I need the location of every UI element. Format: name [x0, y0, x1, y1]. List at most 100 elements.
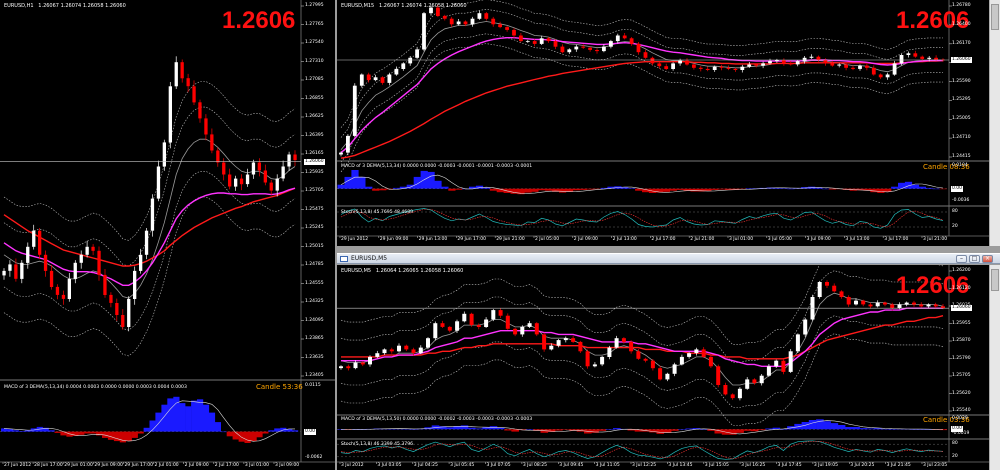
time-tick-label: 3 Jul 16:25 — [741, 463, 766, 468]
candle-body — [216, 150, 220, 163]
macd-histogram-bar — [202, 404, 210, 432]
macd-histogram-bar — [446, 427, 454, 430]
time-tick-label: 3 Jul 20:25 — [850, 463, 875, 468]
candle-body — [174, 62, 178, 87]
macd-histogram-bar — [113, 431, 121, 442]
candle-body — [912, 302, 916, 305]
macd-histogram-bar — [292, 430, 299, 432]
candle-body — [139, 254, 143, 271]
price-tick-label: 1.24095 — [305, 317, 324, 323]
candle-body — [737, 388, 742, 399]
candle-body — [484, 319, 489, 327]
macd-histogram-bar — [191, 400, 198, 432]
envelope-band-line — [3, 171, 296, 331]
candle-body — [664, 66, 669, 69]
candle-body — [614, 338, 619, 348]
chart-window-eurusd-m15[interactable]: EURUSD,M15 1.26067 1.26074 1.26058 1.260… — [337, 0, 1000, 246]
candle-body — [830, 63, 835, 66]
macd-histogram-bar — [78, 431, 85, 435]
candle-body — [578, 341, 583, 352]
close-button[interactable]: × — [982, 255, 993, 263]
price-tick-label: 1.26625 — [305, 114, 324, 119]
candle-body — [470, 18, 475, 25]
candle-body — [456, 21, 461, 25]
time-tick-label: 3 Jul 19:05 — [813, 463, 838, 468]
candle-body — [629, 341, 634, 352]
candle-body — [712, 66, 717, 70]
chart-window-eurusd-m5[interactable]: EURUSD,M5 1.26064 1.26065 1.26058 1.2606… — [337, 265, 1000, 470]
time-tick-label: 27 Jun 2012 — [4, 463, 32, 468]
big-price-display: 1.2606 — [222, 7, 296, 34]
candle-body — [198, 102, 202, 119]
macd-histogram-bar — [226, 431, 233, 437]
time-tick-label: 2 Jul 01:00 — [154, 463, 179, 468]
macd-histogram-bar — [671, 429, 679, 431]
candle-body — [698, 67, 703, 69]
macd-scale-bottom: -0.0062 — [305, 455, 323, 460]
price-tick-label: 1.27310 — [305, 58, 324, 64]
candle-body — [650, 57, 655, 64]
candle-body — [368, 356, 372, 365]
time-tick-label: 29 Jun 2012 — [341, 237, 369, 242]
candle-body — [574, 46, 579, 50]
price-tick-label: 1.25620 — [952, 390, 971, 396]
candle-body — [2, 270, 6, 276]
chart-symbol-title: EURUSD,M5 1.26064 1.26065 1.26058 1.2606… — [341, 268, 463, 274]
candle-body — [592, 364, 597, 367]
macd-histogram-bar — [572, 188, 580, 191]
candle-body — [162, 142, 166, 167]
macd-histogram-bar — [685, 428, 694, 430]
ma-red-line — [3, 187, 296, 267]
candle-body — [79, 254, 83, 263]
price-tick-label: 1.23865 — [305, 336, 324, 341]
candle-body — [858, 65, 862, 69]
candle-body — [55, 286, 60, 295]
scrollbar-thumb[interactable] — [991, 269, 999, 291]
candle-body — [740, 66, 745, 70]
macd-histogram-bar — [866, 428, 875, 430]
chart-window-eurusd-h1[interactable]: EURUSD,H1 1.26067 1.26074 1.26058 1.2606… — [0, 0, 335, 470]
candle-body — [433, 323, 438, 339]
candle-body — [920, 56, 925, 59]
time-tick-label: 3 Jul 05:00 — [767, 237, 792, 242]
price-tick-label: 1.24325 — [305, 299, 324, 304]
time-tick-label: 3 Jul 08:25 — [522, 463, 547, 468]
time-tick-label: 2 Jul 09:00 — [573, 237, 598, 242]
macd-histogram-bar — [711, 188, 719, 190]
macd-histogram-bar — [939, 188, 947, 190]
vertical-scrollbar[interactable] — [989, 265, 1000, 470]
price-tick-label: 1.27995 — [305, 3, 324, 8]
m5-window-titlebar[interactable]: EURUSD,M5 – □ × — [337, 253, 1000, 264]
candle-body — [422, 13, 426, 50]
maximize-button[interactable]: □ — [969, 255, 980, 263]
candle-body — [251, 162, 256, 175]
chart-canvas-m15[interactable] — [337, 0, 1000, 246]
candle-body — [585, 351, 590, 367]
candle-body — [387, 74, 392, 83]
macd-histogram-bar — [524, 188, 532, 193]
candle-body — [85, 246, 89, 255]
time-tick-label: 3 Jul 05:45 — [450, 463, 475, 468]
candle-body — [615, 35, 620, 42]
vertical-scrollbar[interactable] — [989, 0, 1000, 246]
macd-histogram-bar — [808, 420, 817, 430]
macd-histogram-bar — [467, 427, 476, 430]
macd-histogram-bar — [256, 431, 263, 438]
macd-histogram-bar — [837, 425, 846, 430]
candle-body — [672, 364, 677, 374]
candle-body — [636, 351, 641, 359]
minimize-button[interactable]: – — [956, 255, 967, 263]
candle-body — [20, 262, 24, 279]
macd-histogram-bar — [406, 184, 414, 189]
time-tick-label: 3 Jul 13:00 — [845, 237, 870, 242]
macd-histogram-bar — [743, 429, 752, 431]
chart-canvas-h1[interactable] — [0, 0, 335, 470]
scrollbar-thumb[interactable] — [991, 4, 999, 30]
candle-body — [602, 46, 606, 52]
macd-histogram-bar — [434, 180, 442, 189]
macd-histogram-bar — [787, 188, 795, 190]
macd-histogram-bar — [579, 188, 587, 190]
price-tick-label: 1.25295 — [952, 97, 971, 103]
price-tick-label: 1.26855 — [305, 95, 324, 101]
macd-histogram-bar — [877, 188, 885, 193]
